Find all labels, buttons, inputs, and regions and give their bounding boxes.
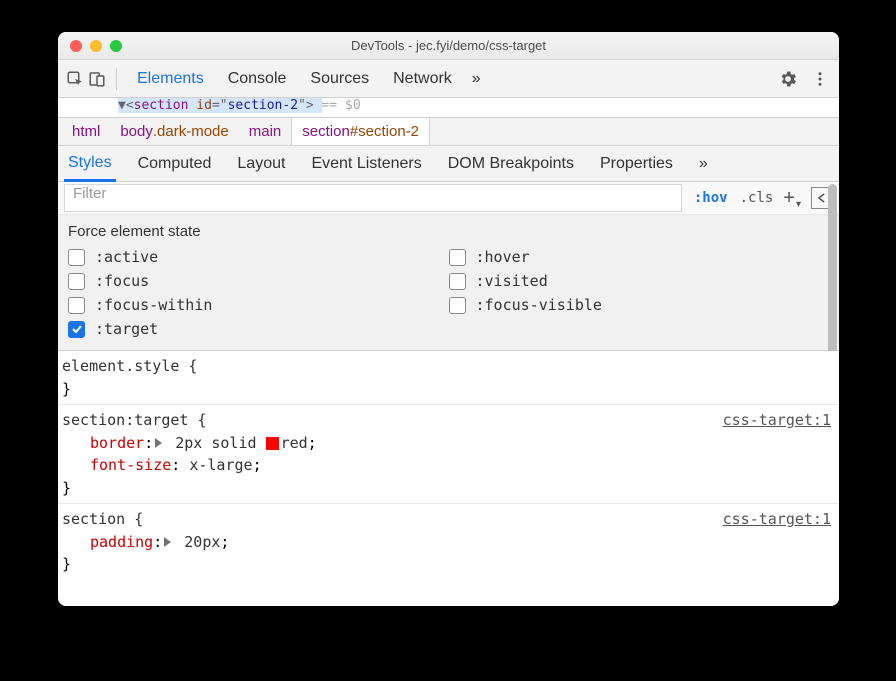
main-toolbar: Elements Console Sources Network » [58,60,839,98]
rule-source-link[interactable]: css-target:1 [723,508,831,531]
subtab-event-listeners[interactable]: Event Listeners [307,146,425,181]
subtab-properties[interactable]: Properties [596,146,677,181]
expand-triangle-icon[interactable] [155,438,162,448]
subtab-layout[interactable]: Layout [233,146,289,181]
hov-toggle[interactable]: :hov [694,190,728,206]
cls-toggle[interactable]: .cls [740,190,774,206]
crumb-main[interactable]: main [239,118,292,145]
breadcrumb: html body.dark-mode main section#section… [58,118,839,146]
checkbox-checked-icon [68,321,85,338]
rule-element-style[interactable]: element.style { } [58,351,839,405]
subtab-styles[interactable]: Styles [64,147,116,182]
state-visited[interactable]: :visited [449,272,830,290]
rule-source-link[interactable]: css-target:1 [723,409,831,432]
new-rule-button[interactable]: +▾ [783,187,801,210]
state-focus-within[interactable]: :focus-within [68,296,449,314]
expand-triangle-icon[interactable] [164,537,171,547]
toolbar-separator [116,68,117,90]
state-focus[interactable]: :focus [68,272,449,290]
close-icon[interactable] [70,40,82,52]
styles-panel: Filter :hov .cls +▾ Force element state … [58,182,839,606]
state-focus-visible[interactable]: :focus-visible [449,296,830,314]
checkbox-icon [68,273,85,290]
checkbox-icon [449,273,466,290]
device-toolbar-icon[interactable] [86,68,108,90]
checkbox-icon [68,297,85,314]
force-state-panel: Force element state :active :hover :focu… [58,215,839,351]
expand-arrow: ▼ [118,98,126,113]
state-hover[interactable]: :hover [449,248,830,266]
kebab-menu-icon[interactable] [807,66,833,92]
checkbox-icon [449,297,466,314]
devtools-window: DevTools - jec.fyi/demo/css-target Eleme… [58,32,839,606]
gear-icon[interactable] [775,66,801,92]
dom-suffix: == $0 [322,98,361,113]
filter-input[interactable]: Filter [64,184,682,212]
window-title: DevTools - jec.fyi/demo/css-target [58,38,839,53]
checkbox-icon [68,249,85,266]
minimize-icon[interactable] [90,40,102,52]
dom-tree-strip[interactable]: ▼<section id="section-2"> == $0 [58,98,839,118]
tab-sources[interactable]: Sources [298,60,381,97]
inspect-icon[interactable] [64,68,86,90]
titlebar: DevTools - jec.fyi/demo/css-target [58,32,839,60]
crumb-body[interactable]: body.dark-mode [110,118,238,145]
rule-section-target[interactable]: css-target:1 section:target { border: 2p… [58,405,839,504]
crumb-section[interactable]: section#section-2 [291,117,430,145]
rule-section[interactable]: css-target:1 section { padding: 20px; } [58,504,839,580]
color-swatch-icon[interactable] [266,437,279,450]
subtab-computed[interactable]: Computed [134,146,216,181]
subtab-dom-breakpoints[interactable]: DOM Breakpoints [444,146,578,181]
state-target[interactable]: :target [68,320,449,338]
checkbox-icon [449,249,466,266]
tab-console[interactable]: Console [216,60,299,97]
tab-elements[interactable]: Elements [125,60,216,97]
filter-row: Filter :hov .cls +▾ [58,182,839,215]
styles-subtabs: Styles Computed Layout Event Listeners D… [58,146,839,182]
crumb-html[interactable]: html [62,118,110,145]
subtabs-overflow-button[interactable]: » [695,146,712,181]
force-state-title: Force element state [68,223,829,240]
zoom-icon[interactable] [110,40,122,52]
traffic-lights [58,40,122,52]
tab-network[interactable]: Network [381,60,464,97]
tabs-overflow-button[interactable]: » [464,60,489,97]
state-active[interactable]: :active [68,248,449,266]
